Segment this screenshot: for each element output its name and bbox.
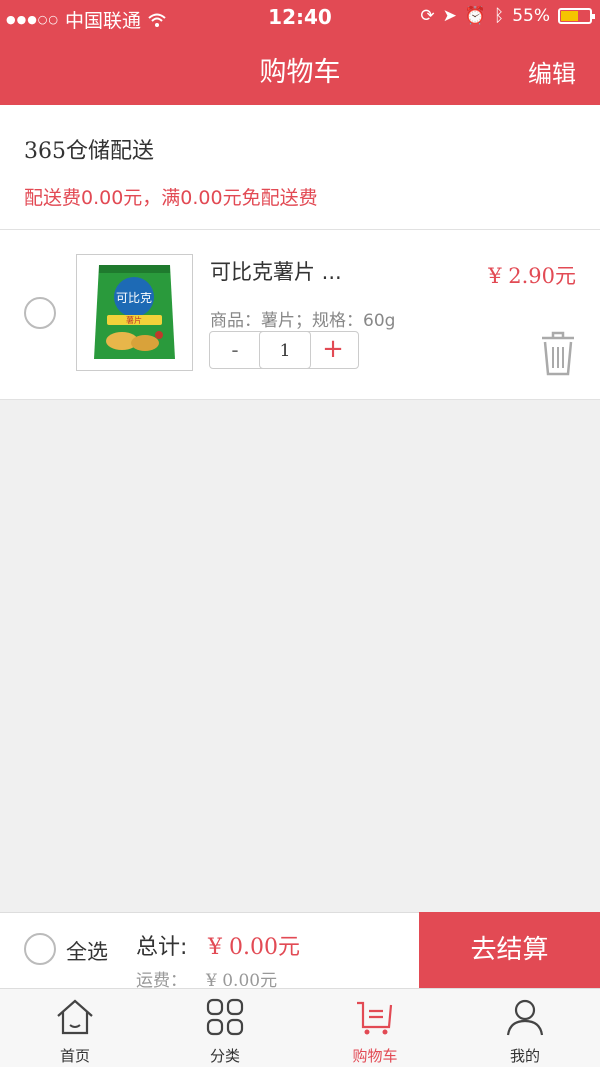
quantity-field[interactable]: 1 (259, 331, 311, 369)
lock-rotation-icon: ⟳ (420, 6, 435, 26)
checkout-bar: 全选 总计: ¥ 0.00元 运费： ¥ 0.00元 去结算 (0, 912, 600, 991)
chips-bag-image: 可比克 薯片 (94, 265, 175, 359)
tab-home-label: 首页 (59, 1047, 90, 1065)
battery-icon (558, 8, 595, 24)
status-bar: ●●●○○ 中国联通 12:40 ⟳ ➤ ⏰ ᛒ 55% (0, 0, 600, 34)
category-icon (206, 998, 244, 1036)
thumb-flavor-text: 薯片 (126, 315, 142, 325)
tab-home[interactable]: 首页 (0, 989, 150, 1067)
bluetooth-icon: ᛒ (494, 6, 505, 26)
trash-icon[interactable] (540, 330, 576, 376)
increase-button[interactable]: + (308, 332, 358, 368)
select-all-label[interactable]: 全选 (66, 936, 108, 966)
battery-percent: 55% (512, 6, 550, 26)
thumb-brand-text: 可比克 (116, 291, 152, 305)
tab-bar: 首页 分类 购物车 我的 (0, 988, 600, 1067)
warehouse-section: 365仓储配送 配送费0.00元，满0.00元免配送费 (0, 105, 600, 230)
header: ●●●○○ 中国联通 12:40 ⟳ ➤ ⏰ ᛒ 55% 购物车 编辑 (0, 0, 600, 105)
product-spec: 商品：薯片；规格：60g (210, 311, 396, 331)
page-title: 购物车 (259, 57, 341, 88)
tab-mine[interactable]: 我的 (450, 989, 600, 1067)
quantity-stepper: - 1 + (209, 331, 359, 369)
cart-icon (357, 1001, 393, 1035)
product-name[interactable]: 可比克薯片 ... (210, 256, 342, 286)
tab-category-label: 分类 (209, 1047, 240, 1065)
product-price: ¥ 2.90元 (488, 264, 576, 288)
alarm-icon: ⏰ (464, 6, 486, 26)
tab-category[interactable]: 分类 (150, 989, 300, 1067)
warehouse-name: 365仓储配送 (24, 139, 154, 164)
cart-item: 可比克 薯片 可比克薯片 ... ¥ 2.90元 商品：薯片；规格：60g - … (0, 230, 600, 400)
edit-button[interactable]: 编辑 (528, 54, 576, 89)
total-value: ¥ 0.00元 (208, 935, 300, 960)
tab-mine-label: 我的 (509, 1047, 540, 1065)
checkout-button[interactable]: 去结算 (419, 912, 600, 988)
tab-cart-label: 购物车 (352, 1047, 398, 1065)
total-label: 总计: (136, 935, 188, 960)
home-icon (57, 999, 93, 1035)
user-icon (506, 999, 544, 1036)
status-right: ⟳ ➤ ⏰ ᛒ 55% (420, 6, 595, 26)
product-thumbnail[interactable]: 可比克 薯片 (76, 254, 193, 371)
decrease-button[interactable]: - (210, 332, 260, 368)
tab-cart[interactable]: 购物车 (300, 989, 450, 1067)
delivery-fee-text: 配送费0.00元，满0.00元免配送费 (24, 187, 318, 209)
location-icon: ➤ (442, 6, 457, 26)
item-select-radio[interactable] (24, 297, 56, 329)
select-all-radio[interactable] (24, 933, 56, 965)
